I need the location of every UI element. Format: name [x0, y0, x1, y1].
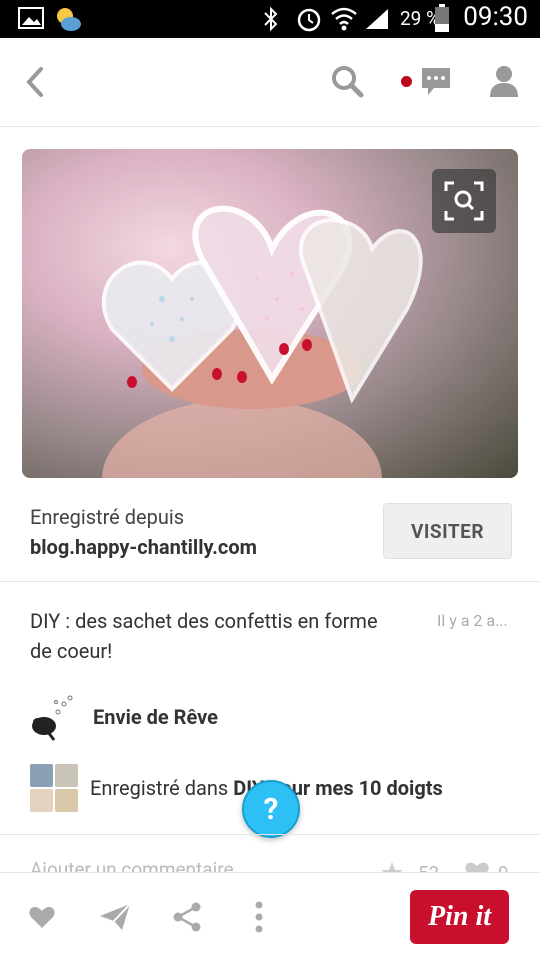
share-icon[interactable] — [172, 902, 202, 932]
source-label: Enregistré depuis — [30, 505, 185, 529]
messages-icon[interactable] — [420, 66, 452, 98]
divider — [0, 834, 540, 835]
board-thumb-3 — [30, 789, 53, 812]
wifi-icon — [331, 7, 357, 31]
board-thumb-4 — [55, 789, 78, 812]
help-button[interactable]: ? — [242, 780, 300, 838]
status-bar: 29 % 09:30 — [0, 0, 540, 38]
alarm-icon — [297, 8, 321, 32]
profile-icon[interactable] — [488, 64, 520, 98]
battery-icon — [435, 4, 449, 32]
notification-dot — [401, 76, 412, 87]
like-icon[interactable] — [28, 904, 56, 930]
clock: 09:30 — [463, 2, 528, 32]
saved-in-prefix: Enregistré dans — [90, 776, 229, 800]
visit-button[interactable]: VISITER — [383, 503, 512, 559]
pin-description: DIY : des sachet des confettis en forme … — [30, 609, 378, 663]
visual-search-button[interactable] — [432, 169, 496, 233]
weather-icon — [57, 8, 81, 31]
pinner-name[interactable]: Envie de Rêve — [93, 705, 218, 729]
gallery-icon — [18, 7, 44, 29]
back-arrow-icon[interactable] — [24, 66, 46, 98]
pin-image[interactable] — [22, 149, 518, 478]
source-domain[interactable]: blog.happy-chantilly.com — [30, 535, 257, 559]
divider — [0, 581, 540, 582]
board-thumbnail[interactable] — [30, 764, 78, 812]
pinner-avatar[interactable] — [28, 690, 82, 744]
more-options-icon[interactable] — [252, 900, 266, 934]
bluetooth-icon — [264, 6, 278, 32]
board-thumb-2 — [55, 764, 78, 787]
search-icon[interactable] — [330, 64, 364, 98]
board-thumb-1 — [30, 764, 53, 787]
visual-search-icon — [444, 181, 484, 221]
send-icon[interactable] — [98, 902, 132, 932]
time-ago: Il y a 2 a... — [437, 611, 508, 630]
signal-icon — [366, 9, 388, 29]
top-navigation — [0, 38, 540, 127]
pin-it-button[interactable]: Pin it — [410, 890, 509, 944]
